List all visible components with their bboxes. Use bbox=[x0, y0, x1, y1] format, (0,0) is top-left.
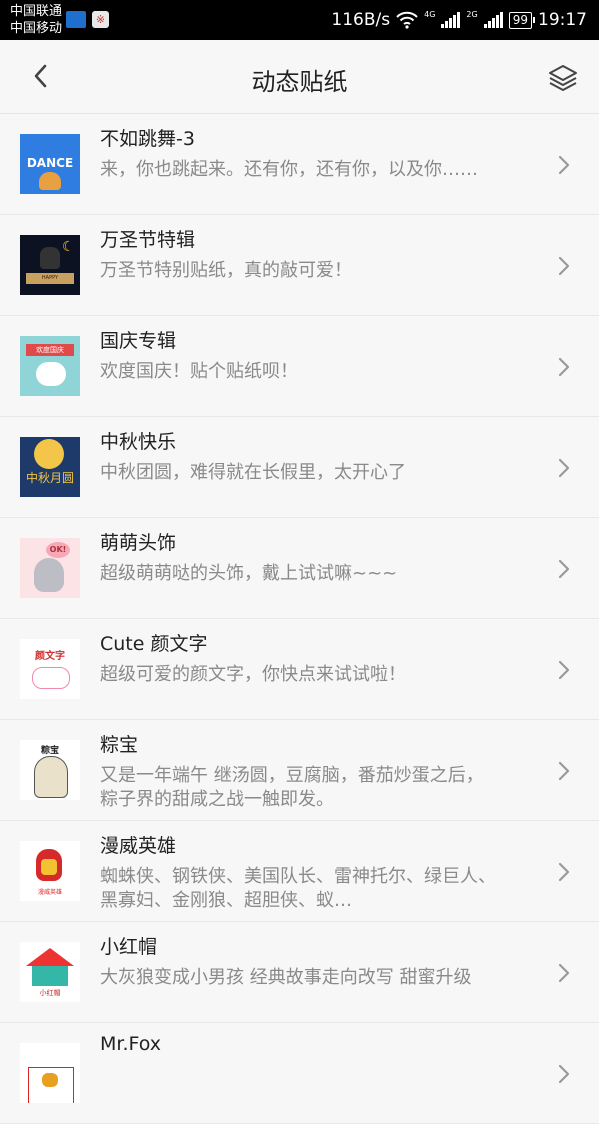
sticker-thumbnail: 颜文字 bbox=[20, 639, 80, 699]
sticker-thumbnail: ☾ HAPPY HALLOWEEN bbox=[20, 235, 80, 295]
thumbnail-label: 中秋月圆 bbox=[25, 471, 74, 485]
thumbnail-label: OK! bbox=[46, 542, 70, 558]
item-title: 漫威英雄 bbox=[100, 835, 177, 857]
list-item[interactable]: 漫威英雄 漫威英雄 蜘蛛侠、钢铁侠、美国队长、雷神托尔、绿巨人、黑寡妇、金刚狼、… bbox=[0, 821, 599, 922]
item-title: 萌萌头饰 bbox=[100, 532, 177, 554]
chevron-right-icon bbox=[558, 1064, 570, 1084]
item-description: 又是一年端午 继汤圆，豆腐脑，番茄炒蛋之后，粽子界的甜咸之战一触即发。 bbox=[100, 765, 484, 810]
chevron-right-icon bbox=[558, 256, 570, 276]
thumbnail-label: HAPPY HALLOWEEN bbox=[26, 273, 74, 284]
sticker-thumbnail: 漫威英雄 bbox=[20, 841, 80, 901]
signal-icon-2 bbox=[483, 12, 503, 28]
item-title: 小红帽 bbox=[100, 936, 158, 958]
item-title: Mr.Fox bbox=[100, 1033, 162, 1055]
chevron-right-icon bbox=[558, 660, 570, 680]
item-title: 中秋快乐 bbox=[100, 431, 177, 453]
carrier-names: 中国联通 中国移动 bbox=[10, 3, 62, 37]
list-item[interactable]: Mr.Fox bbox=[0, 1023, 599, 1124]
item-description: 中秋团圆，难得就在长假里，太开心了 bbox=[100, 462, 406, 483]
sticker-thumbnail: DANCE bbox=[20, 134, 80, 194]
chevron-right-icon bbox=[558, 963, 570, 983]
clock: 19:17 bbox=[538, 10, 587, 30]
chevron-right-icon bbox=[558, 155, 570, 175]
thumbnail-label: 小红帽 bbox=[39, 989, 61, 997]
chevron-right-icon bbox=[558, 862, 570, 882]
item-title: Cute 颜文字 bbox=[100, 633, 208, 655]
list-item[interactable]: 中秋月圆 中秋快乐 中秋团圆，难得就在长假里，太开心了 bbox=[0, 417, 599, 518]
sticker-thumbnail: 粽宝 bbox=[20, 740, 80, 800]
item-title: 国庆专辑 bbox=[100, 330, 177, 352]
chevron-right-icon bbox=[558, 761, 570, 781]
wifi-icon bbox=[396, 11, 418, 29]
item-description: 超级萌萌哒的头饰，戴上试试嘛~~~ bbox=[100, 563, 398, 584]
chevron-right-icon bbox=[558, 357, 570, 377]
status-bar: 中国联通 中国移动 ※ 116B/s 4G 2G 99 19:17 bbox=[0, 0, 599, 40]
item-title: 粽宝 bbox=[100, 734, 139, 756]
item-description: 大灰狼变成小男孩 经典故事走向改写 甜蜜升级 bbox=[100, 967, 472, 988]
network-type-2: 2G bbox=[466, 9, 478, 19]
status-indicators: 116B/s 4G 2G 99 19:17 bbox=[331, 8, 587, 32]
signal-icon bbox=[441, 12, 461, 28]
carrier-1: 中国联通 bbox=[10, 4, 63, 19]
sticker-thumbnail: 小红帽 bbox=[20, 942, 80, 1002]
network-type-1: 4G bbox=[424, 9, 436, 19]
thumbnail-label: DANCE bbox=[26, 156, 74, 170]
item-description: 蜘蛛侠、钢铁侠、美国队长、雷神托尔、绿巨人、黑寡妇、金刚狼、超胆侠、蚁… bbox=[100, 866, 496, 911]
list-item[interactable]: 欢度国庆 国庆专辑 欢度国庆！贴个贴纸呗！ bbox=[0, 316, 599, 417]
sticker-thumbnail: 中秋月圆 bbox=[20, 437, 80, 497]
item-description: 万圣节特别贴纸，真的敲可爱！ bbox=[100, 260, 352, 281]
list-item[interactable]: ☾ HAPPY HALLOWEEN 万圣节特辑 万圣节特别贴纸，真的敲可爱！ bbox=[0, 215, 599, 316]
thumbnail-label: 颜文字 bbox=[35, 651, 65, 662]
battery-icon: 99 bbox=[508, 11, 536, 29]
sticker-thumbnail bbox=[20, 1043, 80, 1103]
network-speed: 116B/s bbox=[331, 10, 391, 30]
list-item[interactable]: 小红帽 小红帽 大灰狼变成小男孩 经典故事走向改写 甜蜜升级 bbox=[0, 922, 599, 1023]
notification-app-icon bbox=[66, 11, 86, 28]
thumbnail-label: 漫威英雄 bbox=[37, 889, 62, 896]
item-description: 欢度国庆！贴个贴纸呗！ bbox=[100, 361, 298, 382]
thumbnail-label: 粽宝 bbox=[40, 746, 59, 756]
page-title: 动态贴纸 bbox=[251, 68, 348, 96]
item-title: 不如跳舞-3 bbox=[100, 128, 195, 150]
chevron-right-icon bbox=[558, 559, 570, 579]
notification-app-icon-2: ※ bbox=[92, 11, 109, 28]
list-item[interactable]: OK! 萌萌头饰 超级萌萌哒的头饰，戴上试试嘛~~~ bbox=[0, 518, 599, 619]
sticker-thumbnail: OK! bbox=[20, 538, 80, 598]
list-item[interactable]: 颜文字 Cute 颜文字 超级可爱的颜文字，你快点来试试啦！ bbox=[0, 619, 599, 720]
sticker-thumbnail: 欢度国庆 bbox=[20, 336, 80, 396]
item-description: 来，你也跳起来。还有你，还有你，以及你…… bbox=[100, 159, 478, 180]
list-item[interactable]: DANCE 不如跳舞-3 来，你也跳起来。还有你，还有你，以及你…… bbox=[0, 114, 599, 215]
carrier-2: 中国移动 bbox=[10, 21, 63, 36]
item-description: 超级可爱的颜文字，你快点来试试啦！ bbox=[100, 664, 406, 685]
item-title: 万圣节特辑 bbox=[100, 229, 196, 251]
thumbnail-label: 欢度国庆 bbox=[26, 344, 74, 356]
app-header: 动态贴纸 bbox=[0, 40, 599, 114]
list-item[interactable]: 粽宝 粽宝 又是一年端午 继汤圆，豆腐脑，番茄炒蛋之后，粽子界的甜咸之战一触即发… bbox=[0, 720, 599, 821]
layers-icon[interactable] bbox=[547, 62, 579, 94]
chevron-right-icon bbox=[558, 458, 570, 478]
sticker-list: DANCE 不如跳舞-3 来，你也跳起来。还有你，还有你，以及你…… ☾ HAP… bbox=[0, 114, 599, 1124]
